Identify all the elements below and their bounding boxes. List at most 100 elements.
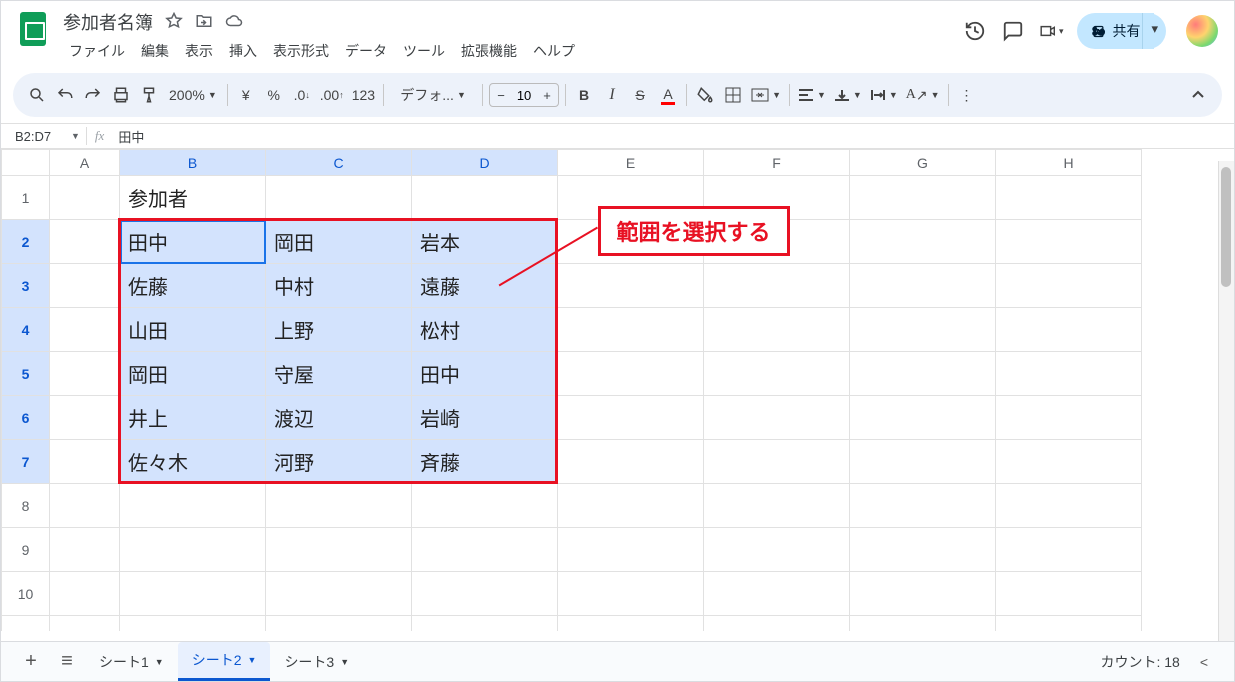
font-size-control[interactable]: − +	[489, 83, 559, 107]
cell-D1[interactable]	[412, 176, 558, 220]
menu-edit[interactable]: 編集	[135, 37, 175, 65]
column-header-A[interactable]: A	[50, 150, 120, 176]
cell-H9[interactable]	[996, 528, 1142, 572]
cell-A10[interactable]	[50, 572, 120, 616]
cell-E7[interactable]	[558, 440, 704, 484]
fill-color-button[interactable]	[691, 80, 719, 110]
cell-H6[interactable]	[996, 396, 1142, 440]
formula-input[interactable]: 田中	[112, 127, 1234, 146]
cell-C6[interactable]: 渡辺	[266, 396, 412, 440]
namebox-dropdown-icon[interactable]: ▼	[71, 131, 86, 141]
cell-H1[interactable]	[996, 176, 1142, 220]
cell-A7[interactable]	[50, 440, 120, 484]
decrease-decimal-button[interactable]: .0↓	[288, 80, 316, 110]
cell-B3[interactable]: 佐藤	[120, 264, 266, 308]
row-header-3[interactable]: 3	[2, 264, 50, 308]
cell-G10[interactable]	[850, 572, 996, 616]
column-header-D[interactable]: D	[412, 150, 558, 176]
cell-F11[interactable]	[704, 616, 850, 632]
cell-G2[interactable]	[850, 220, 996, 264]
cell-H11[interactable]	[996, 616, 1142, 632]
cell-D2[interactable]: 岩本	[412, 220, 558, 264]
font-select[interactable]: デフォ...▼	[388, 80, 478, 110]
cell-A8[interactable]	[50, 484, 120, 528]
share-dropdown[interactable]: ▾	[1142, 13, 1166, 49]
avatar[interactable]	[1186, 15, 1218, 47]
cell-H2[interactable]	[996, 220, 1142, 264]
cell-B9[interactable]	[120, 528, 266, 572]
row-header-10[interactable]: 10	[2, 572, 50, 616]
cell-F7[interactable]	[704, 440, 850, 484]
sheet-tab-menu-icon[interactable]: ▼	[155, 657, 164, 667]
menu-help[interactable]: ヘルプ	[527, 37, 581, 65]
cell-D10[interactable]	[412, 572, 558, 616]
cell-D4[interactable]: 松村	[412, 308, 558, 352]
cell-B2[interactable]: 田中	[120, 220, 266, 264]
cell-G5[interactable]	[850, 352, 996, 396]
row-header-11[interactable]: 11	[2, 616, 50, 632]
cell-B4[interactable]: 山田	[120, 308, 266, 352]
all-sheets-button[interactable]: ≡	[49, 644, 85, 680]
rotate-button[interactable]: A↗▼	[902, 80, 944, 110]
cell-E9[interactable]	[558, 528, 704, 572]
cell-C9[interactable]	[266, 528, 412, 572]
cell-E3[interactable]	[558, 264, 704, 308]
cell-D8[interactable]	[412, 484, 558, 528]
font-size-input[interactable]	[512, 88, 536, 103]
move-icon[interactable]	[195, 12, 213, 33]
status-count[interactable]: カウント: 18	[1100, 652, 1179, 672]
currency-button[interactable]: ¥	[232, 80, 260, 110]
cell-G7[interactable]	[850, 440, 996, 484]
cell-H8[interactable]	[996, 484, 1142, 528]
menu-data[interactable]: データ	[339, 37, 393, 65]
cell-G11[interactable]	[850, 616, 996, 632]
row-header-2[interactable]: 2	[2, 220, 50, 264]
cell-B11[interactable]	[120, 616, 266, 632]
undo-button[interactable]	[51, 80, 79, 110]
italic-button[interactable]: I	[598, 80, 626, 110]
cell-G9[interactable]	[850, 528, 996, 572]
column-header-H[interactable]: H	[996, 150, 1142, 176]
percent-button[interactable]: %	[260, 80, 288, 110]
cell-D7[interactable]: 斉藤	[412, 440, 558, 484]
vertical-scrollbar[interactable]	[1218, 161, 1234, 641]
cell-A11[interactable]	[50, 616, 120, 632]
column-header-C[interactable]: C	[266, 150, 412, 176]
cell-A4[interactable]	[50, 308, 120, 352]
menu-file[interactable]: ファイル	[63, 37, 131, 65]
star-icon[interactable]	[165, 12, 183, 33]
cell-C11[interactable]	[266, 616, 412, 632]
row-header-7[interactable]: 7	[2, 440, 50, 484]
cell-H7[interactable]	[996, 440, 1142, 484]
cell-G3[interactable]	[850, 264, 996, 308]
sheet-tab-1[interactable]: シート1▼	[85, 642, 178, 681]
cell-H10[interactable]	[996, 572, 1142, 616]
name-box[interactable]: B2:D7	[1, 129, 71, 144]
merge-button[interactable]: ▼	[747, 80, 785, 110]
cell-F10[interactable]	[704, 572, 850, 616]
cell-C1[interactable]	[266, 176, 412, 220]
sheet-tab-2[interactable]: シート2▼	[178, 642, 271, 681]
cell-B10[interactable]	[120, 572, 266, 616]
cell-C10[interactable]	[266, 572, 412, 616]
cell-A6[interactable]	[50, 396, 120, 440]
cell-E10[interactable]	[558, 572, 704, 616]
row-header-6[interactable]: 6	[2, 396, 50, 440]
cell-F8[interactable]	[704, 484, 850, 528]
explore-toggle-icon[interactable]: <	[1192, 650, 1216, 674]
sheets-logo[interactable]	[13, 9, 53, 49]
column-header-E[interactable]: E	[558, 150, 704, 176]
cell-D6[interactable]: 岩崎	[412, 396, 558, 440]
add-sheet-button[interactable]: +	[13, 644, 49, 680]
zoom-select[interactable]: 200%▼	[163, 80, 223, 110]
cell-A1[interactable]	[50, 176, 120, 220]
cell-H3[interactable]	[996, 264, 1142, 308]
cell-F6[interactable]	[704, 396, 850, 440]
search-icon[interactable]	[23, 80, 51, 110]
cell-H4[interactable]	[996, 308, 1142, 352]
cell-D3[interactable]: 遠藤	[412, 264, 558, 308]
bold-button[interactable]: B	[570, 80, 598, 110]
more-tools-button[interactable]: ⋮	[953, 80, 981, 110]
row-header-9[interactable]: 9	[2, 528, 50, 572]
row-header-5[interactable]: 5	[2, 352, 50, 396]
